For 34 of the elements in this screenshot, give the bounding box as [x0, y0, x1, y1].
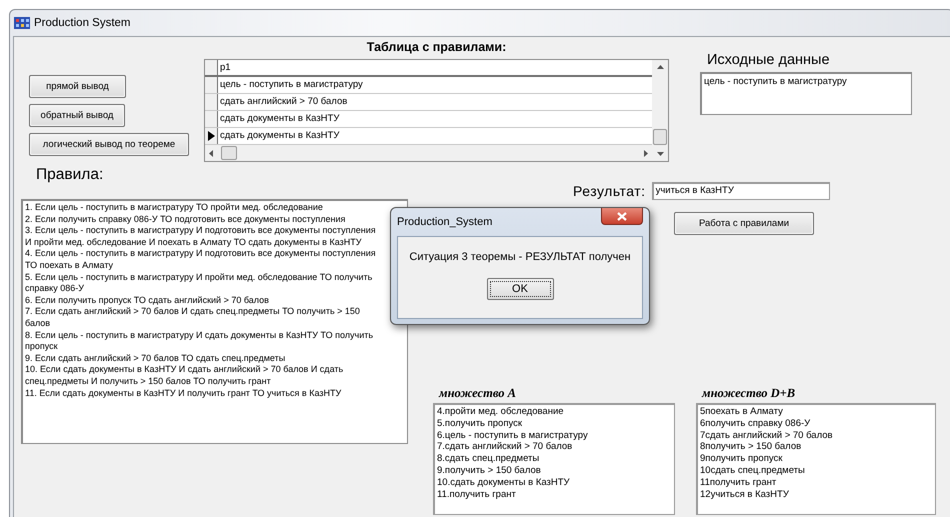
action-button[interactable]: логический вывод по теореме: [29, 133, 189, 156]
rules-work-button[interactable]: Работа с правилами: [674, 212, 814, 235]
set-list[interactable]: 5поехать в Алмату 6получить справку 086-У 7сдать английский > 70 балов 8получить > 150 балов 9получить пропуск 10сдать спец.предметы 11получить грант 12учиться в КазНТУ: [696, 403, 936, 515]
set-title: множество A: [438, 386, 517, 402]
table-title: Таблица с правилами:: [366, 39, 508, 56]
dialog-message: Ситуация 3 теоремы - РЕЗУЛЬТАТ получен: [409, 251, 631, 263]
result-field[interactable]: учиться в КазНТУ: [652, 182, 830, 200]
action-button[interactable]: прямой вывод: [29, 75, 126, 98]
vertical-scrollbar[interactable]: [652, 60, 668, 161]
horizontal-scrollbar[interactable]: [205, 145, 652, 161]
source-field[interactable]: цель - поступить в магистратуру: [700, 72, 912, 115]
scroll-thumb[interactable]: [653, 129, 667, 145]
result-label: Результат:: [573, 183, 646, 199]
app-icon: [14, 17, 30, 29]
close-button[interactable]: [601, 208, 643, 225]
source-label: Исходные данные: [706, 52, 831, 70]
ok-button[interactable]: OK: [486, 278, 554, 300]
close-icon: [617, 212, 627, 220]
row-indicator[interactable]: [205, 128, 218, 144]
rules-label: Правила:: [35, 167, 104, 185]
table-cell-text: сдать документы в КазНТУ: [219, 112, 340, 126]
window-title: Production System: [34, 17, 131, 29]
current-row-icon: [208, 131, 214, 141]
table-cell-text: сдать английский > 70 балов: [219, 95, 348, 109]
table-cell-text: сдать документы в КазНТУ: [219, 129, 340, 143]
scroll-left-icon[interactable]: [209, 150, 213, 156]
scroll-thumb[interactable]: [221, 146, 237, 160]
table-cell-text: цель - поступить в магистратуру: [219, 78, 364, 92]
scroll-right-icon[interactable]: [644, 150, 648, 156]
set-list[interactable]: 4.пройти мед. обследование 5.получить пропуск 6.цель - поступить в магистратуру 7.сдать английский > 70 балов 8.сдать спец.предметы 9.получить > 150 балов 10.сдать документы в КазНТУ 11.получить грант: [433, 403, 675, 515]
set-title: множество D+B: [700, 386, 796, 402]
scroll-up-icon[interactable]: [656, 65, 664, 69]
scroll-down-icon[interactable]: [656, 152, 664, 156]
action-button[interactable]: обратный вывод: [29, 104, 125, 127]
